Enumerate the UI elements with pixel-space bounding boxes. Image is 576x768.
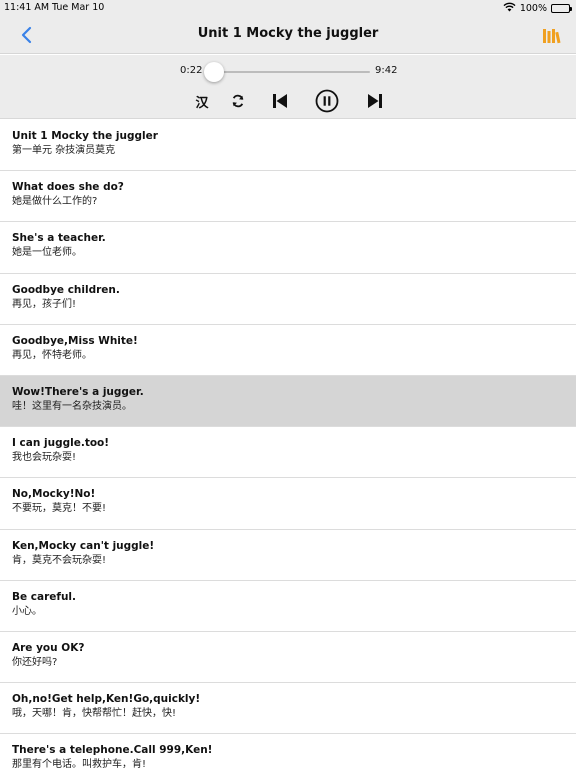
battery-icon (551, 4, 572, 13)
sentence-english: No,Mocky!No! (12, 488, 96, 501)
sentence-chinese: 我也会玩杂耍! (12, 452, 77, 464)
sentence-row[interactable]: She's a teacher. 她是一位老师。 (0, 222, 576, 274)
sentence-chinese: 再见，孩子们! (12, 298, 77, 310)
sentence-row[interactable]: Goodbye,Miss White! 再见，怀特老师。 (0, 324, 576, 376)
sentence-row[interactable]: Goodbye children. 再见，孩子们! (0, 273, 576, 325)
sentence-chinese: 肯，莫克不会玩杂耍! (12, 554, 107, 566)
progress-thumb[interactable] (204, 62, 225, 82)
current-time: 0:22 (180, 65, 203, 76)
sentence-chinese: 你还好吗? (12, 656, 58, 668)
sentence-english: Wow!There's a jugger. (12, 385, 144, 398)
sentence-english: What does she do? (12, 181, 124, 194)
skip-previous-icon (273, 94, 287, 108)
sentence-english: Are you OK? (12, 641, 85, 654)
library-button[interactable] (542, 26, 562, 44)
sentence-english: Be careful. (12, 590, 77, 603)
sentence-chinese: 再见，怀特老师。 (12, 349, 92, 361)
wifi-icon (503, 2, 516, 15)
status-right: 100% (503, 2, 572, 15)
sentence-chinese: 那里有个电话。叫救护车，肯! (12, 759, 147, 768)
repeat-button[interactable] (228, 90, 248, 112)
sentence-english: Unit 1 Mocky the juggler (12, 130, 158, 142)
sentence-row[interactable]: Be careful. 小心。 (0, 580, 576, 632)
pause-icon (315, 89, 339, 113)
total-time: 9:42 (375, 65, 398, 76)
sentence-row[interactable]: No,Mocky!No! 不要玩，莫克！不要! (0, 478, 576, 530)
sentence-row[interactable]: Ken,Mocky can't juggle! 肯，莫克不会玩杂耍! (0, 529, 576, 581)
previous-button[interactable] (269, 90, 291, 112)
sentence-english: Oh,no!Get help,Ken!Go,quickly! (12, 693, 201, 706)
library-icon (543, 29, 561, 44)
page-title: Unit 1 Mocky the juggler (197, 26, 379, 41)
sentence-chinese: 她是做什么工作的? (12, 196, 98, 208)
sentence-row[interactable]: Unit 1 Mocky the juggler 第一单元 杂技演员莫克 (0, 120, 576, 172)
progress-track (208, 71, 370, 73)
progress-slider[interactable] (204, 62, 370, 82)
status-bar: 11:41 AM Tue Mar 10 100% (0, 0, 576, 16)
sentence-chinese: 哦，天哪！肯，快帮帮忙！赶快，快! (12, 708, 177, 720)
sentence-english: I can juggle.too! (12, 437, 110, 450)
status-time: 11:41 AM (4, 2, 50, 13)
audio-player: 0:22 9:42 汉 (0, 55, 576, 119)
pause-button[interactable] (314, 89, 340, 113)
sentence-chinese: 她是一位老师。 (12, 247, 82, 259)
sentence-list: Unit 1 Mocky the juggler 第一单元 杂技演员莫克 What … (0, 120, 576, 768)
sentence-chinese: 不要玩，莫克！不要! (12, 503, 107, 515)
sentence-row[interactable]: There's a telephone.Call 999,Ken! 那里有个电话。… (0, 734, 576, 768)
sentence-row[interactable]: Are you OK? 你还好吗? (0, 631, 576, 684)
sentence-english: Goodbye children. (12, 283, 120, 296)
sentence-english: Ken,Mocky can't juggle! (12, 539, 155, 552)
chinese-toggle-button[interactable]: 汉 (192, 90, 212, 112)
sentence-row[interactable]: I can juggle.too! 我也会玩杂耍! (0, 427, 576, 479)
sentence-row[interactable]: Wow!There's a jugger. 哇！这里有一名杂技演员。 (0, 375, 576, 428)
battery-percent: 100% (519, 3, 547, 14)
next-button[interactable] (364, 90, 386, 112)
sentence-chinese: 哇！这里有一名杂技演员。 (12, 400, 132, 412)
sentence-english: There's a telephone.Call 999,Ken! (12, 744, 213, 757)
sentence-row[interactable]: What does she do? 她是做什么工作的? (0, 171, 576, 223)
sentence-english: Goodbye,Miss White! (12, 334, 138, 347)
sentence-chinese: 小心。 (12, 605, 42, 617)
navigation-bar: Unit 1 Mocky the juggler (0, 16, 576, 54)
sentence-chinese: 第一单元 杂技演员莫克 (12, 145, 116, 156)
sentence-english: She's a teacher. (12, 232, 106, 245)
repeat-icon (232, 94, 244, 108)
sentence-row[interactable]: Oh,no!Get help,Ken!Go,quickly! 哦，天哪！肯，快帮帮… (0, 683, 576, 735)
status-date: Tue Mar 10 (52, 2, 105, 13)
skip-next-icon (368, 94, 382, 108)
